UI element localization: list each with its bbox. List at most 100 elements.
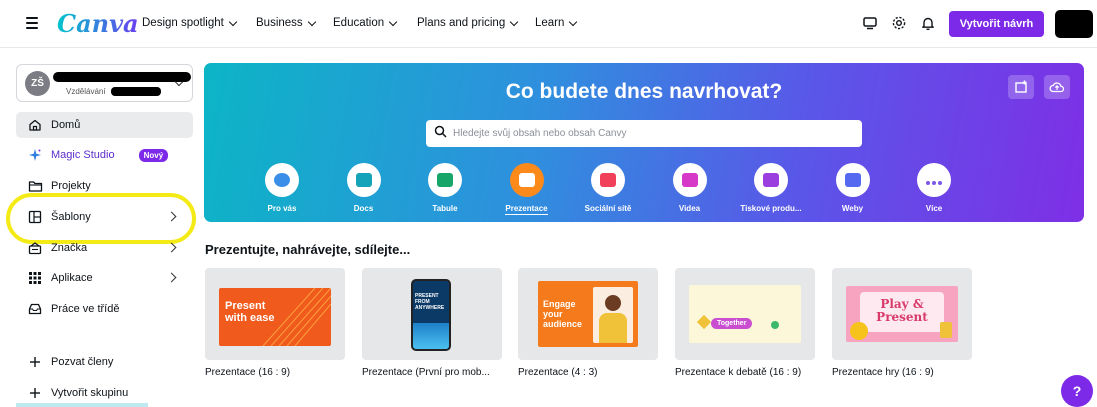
presentation-icon [509,163,544,197]
slide-text: Together [711,318,753,329]
website-icon [835,163,870,197]
account-avatar: ZŠ [25,71,50,96]
help-button[interactable]: ? [1061,375,1093,407]
plus-icon [27,385,43,401]
sidebar-item-label: Práce ve třídě [51,303,120,315]
redacted-team [111,87,161,96]
card-thumbnail: Play & Present [832,268,972,360]
hero-search-box[interactable] [426,120,862,147]
search-input[interactable] [453,128,853,139]
create-group-label: Vytvořit skupinu [51,387,129,399]
invite-members-button[interactable]: Pozvat členy [16,349,193,375]
slide-preview: Play & Present [846,286,958,342]
sparkle-icon [27,147,43,163]
chevron-down-icon [307,17,316,26]
category-3[interactable]: Tabule [405,163,485,213]
sidebar-item-home[interactable]: Domů [16,112,193,138]
nav-design-spotlight[interactable]: Design spotlight [142,17,238,29]
nav-label: Business [256,17,303,29]
star-icon [265,163,299,197]
nav-education[interactable]: Education [333,17,398,29]
plus-icon [27,354,43,370]
card-title: Prezentace (4 : 3) [518,367,598,378]
user-avatar[interactable] [1055,10,1093,38]
sidebar-item-projects[interactable]: Projekty [16,173,193,199]
canva-logo[interactable]: Canva [57,9,139,38]
category-4[interactable]: Prezentace [487,163,567,215]
section-title: Prezentujte, nahrávejte, sdílejte... [205,242,411,257]
chevron-down-icon [569,17,578,26]
phone-preview: PRESENT FROM ANYWHERE [411,279,451,351]
create-design-button[interactable]: Vytvořit návrh [949,11,1044,37]
nav-label: Education [333,17,385,29]
nav-business[interactable]: Business [256,17,316,29]
category-1[interactable]: Pro vás [242,163,322,213]
card-title: Prezentace hry (16 : 9) [832,367,934,378]
chevron-right-icon [166,272,177,283]
slide-preview: Engage your audience [538,281,638,347]
templates-icon [27,209,43,225]
sidebar-item-classroom[interactable]: Práce ve třídě [16,296,193,322]
hero-banner: Co budete dnes navrhovat? Pro vás Docs Tab… [204,63,1084,222]
chevron-right-icon [166,242,177,253]
slide-photo [593,287,633,343]
menu-icon[interactable] [26,17,38,29]
whiteboard-icon [428,163,462,197]
category-label: Sociální sítě [584,204,632,213]
sidebar-item-templates[interactable]: Šablony [16,204,193,230]
nav-label: Plans and pricing [417,17,506,29]
redacted-name [53,72,191,82]
card-thumbnail: PRESENT FROM ANYWHERE [362,268,502,360]
category-label: Pro vás [267,204,297,213]
card-thumbnail: Together [675,268,815,360]
more-icon [917,163,951,197]
category-6[interactable]: Videa [650,163,730,213]
nav-label: Design spotlight [142,17,224,29]
category-8[interactable]: Weby [813,163,893,213]
bell-icon[interactable] [920,15,936,31]
account-subtitle: Vzdělávání [66,87,106,96]
category-label: Tiskové produ... [740,204,802,213]
category-2[interactable]: Docs [324,163,404,213]
card-title: Prezentace (16 : 9) [205,367,291,378]
sidebar-item-apps[interactable]: Aplikace [16,265,193,291]
new-badge: Nový [138,148,169,162]
sidebar-item-label: Domů [51,119,81,131]
template-card-presentation-16-9[interactable]: Present with ease Prezentace (16 : 9) [205,268,345,378]
category-label: Videa [678,204,701,213]
custom-size-icon[interactable] [1008,75,1034,99]
slide-text: Engage your audience [543,299,583,329]
upload-cloud-icon[interactable] [1044,75,1070,99]
sidebar-item-label: Projekty [51,180,91,192]
gear-icon[interactable] [891,15,907,31]
chevron-down-icon [509,17,519,26]
card-thumbnail: Engage your audience [518,268,658,360]
chevron-down-icon [228,17,238,26]
monitor-icon[interactable] [862,15,878,31]
nav-plans-and-pricing[interactable]: Plans and pricing [417,17,519,29]
invite-members-label: Pozvat členy [51,356,114,368]
sidebar-item-magic-studio[interactable]: Magic Studio Nový [16,142,193,168]
template-card-game[interactable]: Play & Present Prezentace hry (16 : 9) [832,268,972,378]
template-card-presentation-mobile[interactable]: PRESENT FROM ANYWHERE Prezentace (První … [362,268,502,378]
sidebar-item-label: Šablony [51,211,91,223]
sidebar-item-brand[interactable]: Značka [16,235,193,261]
category-7[interactable]: Tiskové produ... [731,163,811,213]
category-label: Weby [841,204,864,213]
chevron-right-icon [166,211,177,222]
category-5[interactable]: Sociální sítě [568,163,648,213]
nav-label: Learn [535,17,565,29]
sidebar-item-label: Značka [51,242,88,254]
account-switcher[interactable]: ZŠ Vzdělávání [16,64,193,102]
category-label: Více [925,204,943,213]
slide-preview: Together [689,285,801,343]
heart-icon [591,163,625,197]
template-card-presentation-4-3[interactable]: Engage your audience Prezentace (4 : 3) [518,268,658,378]
doc-icon [346,163,381,197]
hero-title: Co budete dnes navrhovat? [505,80,783,103]
video-icon [672,163,707,197]
classroom-icon [27,301,43,317]
template-card-debate[interactable]: Together Prezentace k debatě (16 : 9) [675,268,815,378]
category-9[interactable]: Více [894,163,974,213]
nav-learn[interactable]: Learn [535,17,578,29]
